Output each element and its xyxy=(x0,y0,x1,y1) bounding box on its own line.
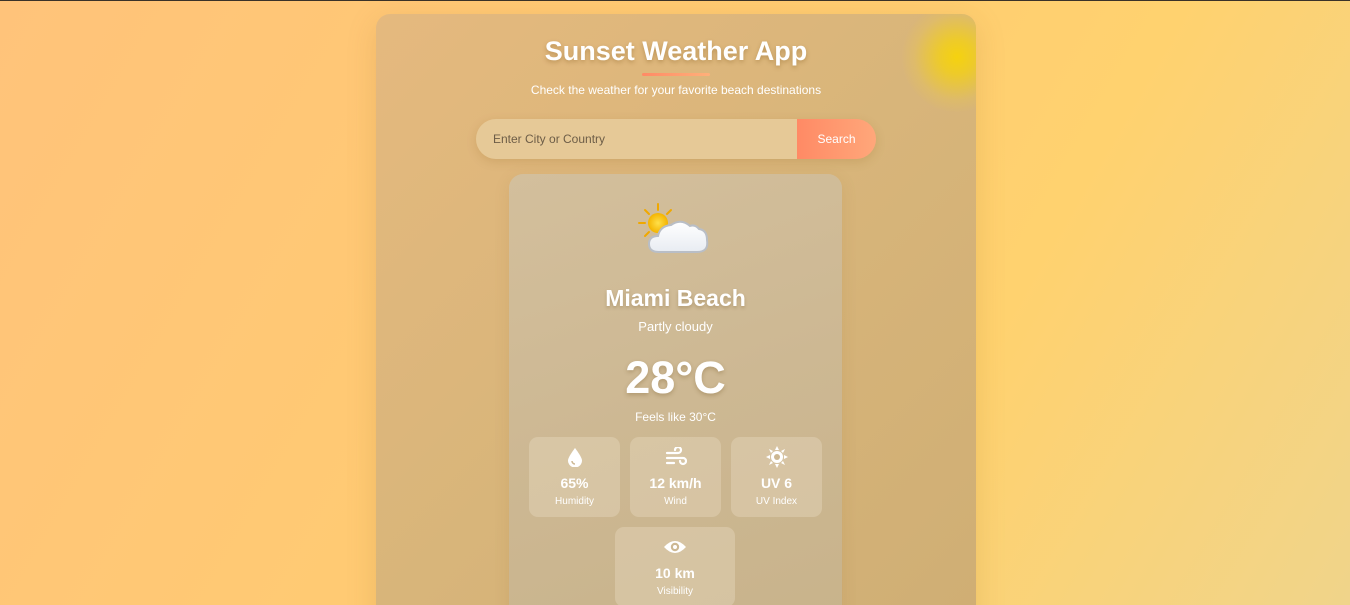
stat-visibility: 10 km Visibility xyxy=(615,527,735,605)
title-underline xyxy=(642,73,710,76)
stat-uv: UV 6 UV Index xyxy=(731,437,822,517)
feels-like: Feels like 30°C xyxy=(635,410,716,424)
app-subtitle: Check the weather for your favorite beac… xyxy=(530,83,822,97)
wind-icon xyxy=(630,446,721,468)
water-drop-icon xyxy=(529,446,620,468)
app-title: Sunset Weather App xyxy=(544,36,808,66)
humidity-value: 65% xyxy=(560,475,589,491)
weather-condition: Partly cloudy xyxy=(638,319,713,334)
search-input[interactable] xyxy=(476,119,797,159)
visibility-value: 10 km xyxy=(655,565,695,581)
app-container: Sunset Weather App Check the weather for… xyxy=(376,14,976,605)
wind-label: Wind xyxy=(664,496,687,507)
sun-icon xyxy=(731,446,822,468)
wind-value: 12 km/h xyxy=(649,475,702,491)
top-border xyxy=(0,0,1350,1)
search-button[interactable]: Search xyxy=(797,119,876,159)
temperature: 28°C xyxy=(625,352,726,403)
city-name: Miami Beach xyxy=(605,285,746,311)
eye-icon xyxy=(615,536,735,558)
uv-value: UV 6 xyxy=(760,475,793,491)
stat-humidity: 65% Humidity xyxy=(529,437,620,517)
humidity-label: Humidity xyxy=(555,496,594,507)
visibility-label: Visibility xyxy=(657,586,693,597)
partly-cloudy-icon xyxy=(638,203,709,253)
uv-label: UV Index xyxy=(755,496,798,507)
search-bar: Search xyxy=(476,119,876,159)
stat-wind: 12 km/h Wind xyxy=(630,437,721,517)
weather-card: Miami Beach Partly cloudy 28°C Feels lik… xyxy=(509,174,842,605)
